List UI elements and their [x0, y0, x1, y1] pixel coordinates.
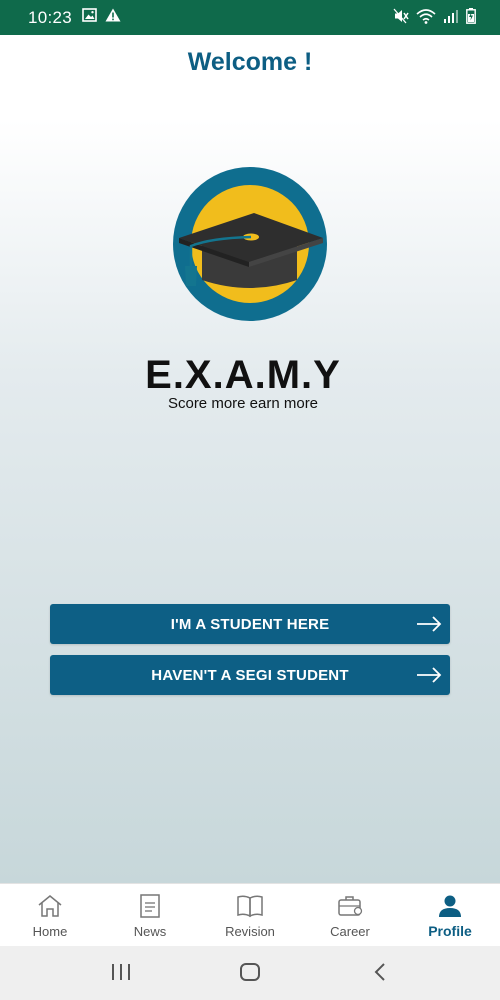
nav-label-career: Career [330, 924, 370, 939]
nav-item-career[interactable]: Career [300, 884, 400, 947]
arrow-right-icon [417, 667, 442, 683]
recent-apps-icon[interactable] [110, 962, 132, 982]
nav-label-revision: Revision [225, 924, 275, 939]
status-bar: 10:23 [0, 0, 500, 35]
graduation-cap-icon [173, 167, 327, 321]
nav-item-profile[interactable]: Profile [400, 884, 500, 947]
bottom-nav: Home News Revision Career Profile [0, 883, 500, 947]
nav-item-news[interactable]: News [100, 884, 200, 947]
nav-label-home: Home [32, 924, 68, 939]
back-icon[interactable] [370, 962, 390, 982]
student-button-label: I'M A STUDENT HERE [170, 615, 330, 633]
arrow-right-icon [417, 616, 442, 632]
system-nav-bar [0, 946, 500, 1000]
signal-icon [444, 10, 458, 23]
guest-button-label: HAVEN'T A SEGI STUDENT [151, 666, 349, 684]
nav-item-revision[interactable]: Revision [200, 884, 300, 947]
wifi-icon [416, 9, 436, 24]
briefcase-icon [338, 896, 363, 916]
book-icon [237, 895, 263, 918]
brand-name: E.X.A.M.Y [145, 353, 341, 397]
profile-icon [439, 895, 461, 917]
brand-tagline: Score more earn more [167, 395, 319, 412]
guest-button[interactable]: HAVEN'T A SEGI STUDENT [50, 655, 450, 695]
image-icon [82, 8, 97, 22]
news-icon [140, 894, 160, 918]
student-button[interactable]: I'M A STUDENT HERE [50, 604, 450, 644]
home-button-icon[interactable] [239, 962, 261, 982]
nav-label-profile: Profile [428, 923, 472, 939]
nav-label-news: News [133, 924, 167, 939]
warning-icon [105, 8, 121, 22]
welcome-screen: Welcome ! E.X.A.M.Y Score more earn more… [0, 35, 500, 883]
nav-item-home[interactable]: Home [0, 884, 100, 947]
battery-icon [466, 8, 476, 24]
status-time: 10:23 [28, 8, 73, 27]
home-icon [38, 895, 62, 917]
page-title: Welcome ! [187, 48, 313, 76]
mute-icon [393, 8, 409, 24]
